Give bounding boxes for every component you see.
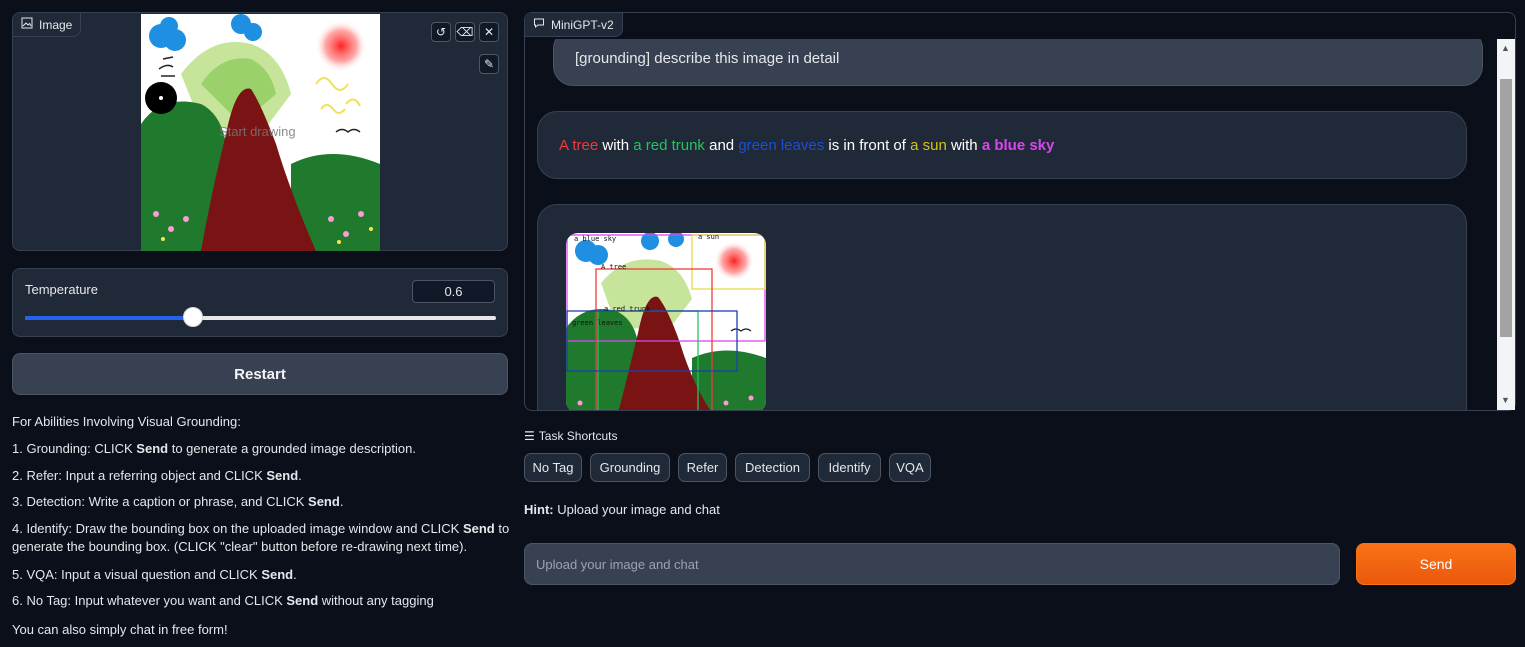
close-image-button[interactable]: ✕ (479, 22, 499, 42)
chatbot-label-text: MiniGPT-v2 (551, 17, 614, 32)
user-message: [grounding] describe this image in detai… (553, 39, 1483, 86)
task-shortcuts-label: ☰ Task Shortcuts (524, 429, 617, 443)
shortcut-vqa-button[interactable]: VQA (889, 453, 931, 482)
bot-text-segment: a red trunk (633, 137, 705, 154)
chat-messages[interactable]: [grounding] describe this image in detai… (525, 39, 1495, 410)
chatbot-label: MiniGPT-v2 (525, 13, 623, 37)
eraser-icon: ⌫ (456, 25, 474, 39)
bot-text-segment: green leaves (738, 137, 825, 154)
temperature-label: Temperature (25, 282, 98, 297)
scroll-down-icon[interactable]: ▼ (1501, 395, 1510, 405)
restart-button[interactable]: Restart (12, 353, 508, 395)
shortcut-detection-button[interactable]: Detection (735, 453, 810, 482)
sketch-canvas[interactable]: Start drawing (141, 14, 380, 251)
brush-button[interactable]: ✎ (479, 54, 499, 74)
chat-scrollbar[interactable]: ▲ ▼ (1497, 39, 1515, 410)
bot-text-segment: with (946, 137, 982, 154)
instruction-item: 6. No Tag: Input whatever you want and C… (12, 593, 434, 608)
shortcut-refer-button[interactable]: Refer (678, 453, 727, 482)
instructions-footer: You can also simply chat in free form! (12, 622, 228, 637)
instructions-heading: For Abilities Involving Visual Grounding… (12, 414, 241, 429)
bot-text-segment: a sun (910, 137, 947, 154)
instruction-item: 4. Identify: Draw the bounding box on th… (12, 521, 510, 554)
chat-scrollbar-thumb[interactable] (1500, 79, 1512, 337)
brush-icon: ✎ (483, 57, 495, 71)
box-label-sun: a sun (698, 233, 719, 241)
temperature-value-input[interactable]: 0.6 (412, 280, 495, 303)
list-icon: ☰ (524, 429, 535, 443)
user-message-text: [grounding] describe this image in detai… (575, 50, 840, 67)
image-panel: Image Start drawing ↺ ⌫ ✕ ✎ (12, 12, 508, 251)
instruction-item: 3. Detection: Write a caption or phrase,… (12, 494, 344, 509)
bot-image-message: a blue sky a sun A tree a red trunk gree… (537, 204, 1467, 410)
image-panel-label: Image (13, 13, 82, 37)
temperature-slider-fill (25, 316, 193, 320)
bot-text-segment: is in front of (824, 137, 911, 154)
box-label-blue-sky: a blue sky (574, 235, 616, 243)
box-label-trunk: a red trunk (604, 305, 651, 313)
chatbot-panel: MiniGPT-v2 [grounding] describe this ima… (524, 12, 1516, 411)
instruction-item: 5. VQA: Input a visual question and CLIC… (12, 567, 297, 582)
chat-input[interactable] (524, 543, 1340, 585)
canvas-placeholder-text: Start drawing (219, 124, 296, 139)
bot-text-segment: A tree (559, 137, 599, 154)
temperature-slider-thumb[interactable] (183, 307, 203, 327)
hint-text: Hint: Upload your image and chat (524, 502, 720, 517)
shortcut-no-tag-button[interactable]: No Tag (524, 453, 582, 482)
image-label-text: Image (39, 17, 73, 32)
send-button[interactable]: Send (1356, 543, 1516, 585)
chat-icon (533, 17, 545, 32)
task-shortcuts-label-text: Task Shortcuts (538, 429, 618, 443)
undo-button[interactable]: ↺ (431, 22, 451, 42)
undo-icon: ↺ (435, 25, 447, 39)
bot-text-segment: with (598, 137, 634, 154)
temperature-panel: Temperature 0.6 (12, 268, 508, 337)
bot-message-text: A tree with a red trunk and green leaves… (559, 137, 1054, 154)
clear-button[interactable]: ⌫ (455, 22, 475, 42)
bot-text-segment: a blue sky (981, 137, 1055, 154)
close-icon: ✕ (483, 25, 495, 39)
grounded-result-image: a blue sky a sun A tree a red trunk gree… (566, 233, 766, 410)
shortcut-identify-button[interactable]: Identify (818, 453, 881, 482)
instruction-item: 2. Refer: Input a referring object and C… (12, 468, 302, 483)
temperature-slider-track[interactable] (25, 316, 496, 320)
scroll-up-icon[interactable]: ▲ (1501, 43, 1510, 53)
box-label-leaves: green leaves (572, 319, 623, 327)
bot-text-segment: and (704, 137, 739, 154)
image-icon (21, 17, 33, 32)
bot-message: A tree with a red trunk and green leaves… (537, 111, 1467, 179)
box-label-tree: A tree (601, 263, 626, 271)
shortcut-grounding-button[interactable]: Grounding (590, 453, 670, 482)
instruction-item: 1. Grounding: CLICK Send to generate a g… (12, 441, 416, 456)
